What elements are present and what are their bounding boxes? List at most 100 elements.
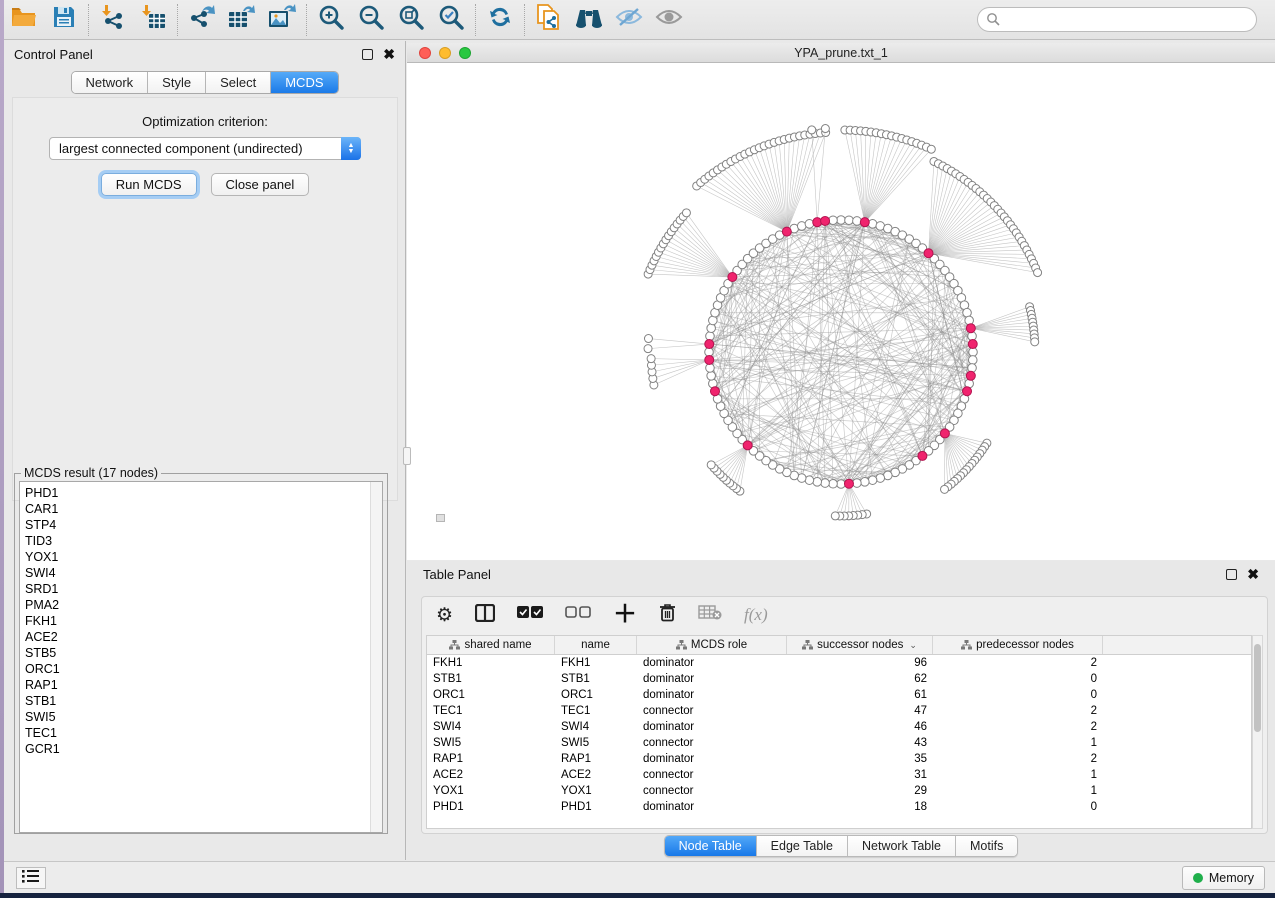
float-panel-icon[interactable] (362, 49, 373, 60)
table-scrollbar[interactable] (1252, 635, 1263, 829)
control-panel-header: Control Panel ✖ (4, 41, 405, 67)
mcds-result-item[interactable]: SWI5 (25, 709, 382, 725)
network-window-titlebar[interactable]: YPA_prune.txt_1 (407, 43, 1275, 63)
close-panel-icon[interactable]: ✖ (383, 47, 395, 61)
table-row[interactable]: TEC1TEC1connector472 (427, 703, 1251, 719)
table-row[interactable]: ACE2ACE2connector311 (427, 767, 1251, 783)
export-table-button[interactable] (222, 3, 262, 37)
select-all-button[interactable] (517, 606, 543, 624)
mcds-result-item[interactable]: PHD1 (25, 485, 382, 501)
tab-motifs[interactable]: Motifs (956, 836, 1017, 856)
hide-selection-button[interactable] (609, 3, 649, 37)
column-header-predecessor-nodes[interactable]: predecessor nodes (933, 636, 1103, 654)
network-view-window: YPA_prune.txt_1 (407, 41, 1275, 560)
table-scrollbar-thumb[interactable] (1254, 644, 1261, 732)
cell-name: RAP1 (555, 753, 637, 765)
open-file-button[interactable] (4, 3, 44, 37)
export-image-button[interactable] (262, 3, 302, 37)
mcds-result-item[interactable]: CAR1 (25, 501, 382, 517)
toolbar-separator (475, 4, 476, 36)
mcds-list-scrollbar[interactable] (370, 482, 382, 832)
cell-MCDS-role: dominator (637, 801, 787, 813)
column-tree-icon (961, 640, 972, 650)
tab-select[interactable]: Select (206, 72, 271, 93)
tab-edge-table[interactable]: Edge Table (757, 836, 848, 856)
tab-mcds[interactable]: MCDS (271, 72, 337, 93)
export-network-icon (188, 4, 216, 35)
mcds-result-item[interactable]: PMA2 (25, 597, 382, 613)
vertical-splitter-handle[interactable] (403, 447, 411, 465)
open-folder-icon (11, 6, 37, 33)
cell-successor-nodes: 18 (787, 801, 933, 813)
refresh-view-button[interactable] (480, 3, 520, 37)
cell-name: SWI5 (555, 737, 637, 749)
zoom-out-button[interactable] (351, 3, 391, 37)
task-history-button[interactable] (16, 867, 46, 889)
run-mcds-button[interactable]: Run MCDS (101, 173, 197, 196)
delete-table-button[interactable] (698, 605, 722, 625)
sort-caret-icon[interactable]: ⌄ (909, 640, 917, 651)
network-search-button[interactable] (569, 3, 609, 37)
mcds-result-item[interactable]: SRD1 (25, 581, 382, 597)
tab-network-table[interactable]: Network Table (848, 836, 956, 856)
table-row[interactable]: SWI5SWI5connector431 (427, 735, 1251, 751)
duplicate-network-button[interactable] (529, 3, 569, 37)
search-input[interactable] (977, 7, 1257, 32)
delete-column-button[interactable] (659, 603, 676, 627)
mcds-result-item[interactable]: RAP1 (25, 677, 382, 693)
network-canvas[interactable] (407, 63, 1275, 560)
column-header-name[interactable]: name (555, 636, 637, 654)
tab-network[interactable]: Network (71, 72, 148, 93)
mcds-result-item[interactable]: GCR1 (25, 741, 382, 757)
tab-node-table[interactable]: Node Table (665, 836, 757, 856)
table-row[interactable]: PHD1PHD1dominator180 (427, 799, 1251, 815)
zoom-selected-button[interactable] (431, 3, 471, 37)
mcds-result-item[interactable]: FKH1 (25, 613, 382, 629)
table-row[interactable]: SWI4SWI4dominator462 (427, 719, 1251, 735)
mcds-result-list[interactable]: PHD1CAR1STP4TID3YOX1SWI4SRD1PMA2FKH1ACE2… (19, 481, 383, 833)
optimization-select[interactable]: largest connected component (undirected)… (49, 137, 361, 160)
table-row[interactable]: YOX1YOX1connector291 (427, 783, 1251, 799)
mcds-result-item[interactable]: STP4 (25, 517, 382, 533)
import-table-button[interactable] (133, 3, 173, 37)
show-all-button[interactable] (649, 3, 689, 37)
close-table-panel-icon[interactable]: ✖ (1247, 567, 1259, 581)
save-session-button[interactable] (44, 3, 84, 37)
mcds-result-item[interactable]: ORC1 (25, 661, 382, 677)
status-bar: Memory (4, 861, 1275, 893)
mcds-result-item[interactable]: SWI4 (25, 565, 382, 581)
horizontal-splitter-handle[interactable] (436, 514, 445, 522)
cell-name: SWI4 (555, 721, 637, 733)
import-network-button[interactable] (93, 3, 133, 37)
mcds-result-item[interactable]: STB1 (25, 693, 382, 709)
tab-style[interactable]: Style (148, 72, 206, 93)
network-window-title: YPA_prune.txt_1 (407, 46, 1275, 60)
table-row[interactable]: STB1STB1dominator620 (427, 671, 1251, 687)
export-image-icon (268, 4, 296, 35)
export-network-button[interactable] (182, 3, 222, 37)
mcds-result-title: MCDS result (17 nodes) (21, 466, 161, 480)
deselect-all-button[interactable] (565, 606, 591, 624)
zoom-in-button[interactable] (311, 3, 351, 37)
float-table-panel-icon[interactable] (1226, 569, 1237, 580)
mcds-result-item[interactable]: STB5 (25, 645, 382, 661)
table-settings-button[interactable]: ⚙ (436, 604, 453, 627)
table-row[interactable]: RAP1RAP1dominator352 (427, 751, 1251, 767)
function-builder-button[interactable]: f(x) (744, 605, 768, 625)
close-panel-button[interactable]: Close panel (211, 173, 310, 196)
zoom-fit-button[interactable] (391, 3, 431, 37)
split-columns-button[interactable] (475, 604, 495, 627)
column-header-successor-nodes[interactable]: successor nodes⌄ (787, 636, 933, 654)
mcds-result-item[interactable]: ACE2 (25, 629, 382, 645)
mcds-result-item[interactable]: TEC1 (25, 725, 382, 741)
table-row[interactable]: FKH1FKH1dominator962 (427, 655, 1251, 671)
table-row[interactable]: ORC1ORC1dominator610 (427, 687, 1251, 703)
add-column-button[interactable]: ＋ (613, 608, 637, 622)
column-header-shared-name[interactable]: shared name (427, 636, 555, 654)
memory-button[interactable]: Memory (1182, 866, 1265, 890)
cell-predecessor-nodes: 2 (933, 705, 1103, 717)
column-header-MCDS-role[interactable]: MCDS role (637, 636, 787, 654)
mcds-result-item[interactable]: YOX1 (25, 549, 382, 565)
memory-button-label: Memory (1209, 871, 1254, 885)
mcds-result-item[interactable]: TID3 (25, 533, 382, 549)
